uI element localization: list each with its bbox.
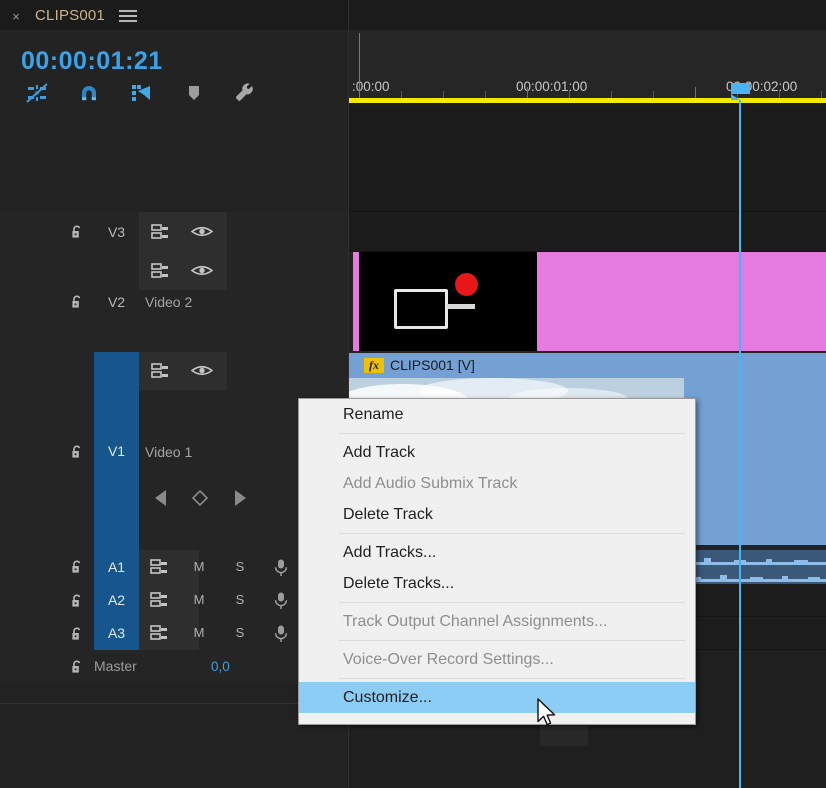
menu-separator [339, 602, 685, 603]
marker-flag-icon[interactable] [179, 78, 209, 106]
lock-icon[interactable] [69, 559, 85, 575]
track-targeting-icon[interactable] [150, 558, 170, 581]
add-marker-ripple-icon[interactable] [126, 78, 156, 106]
track-button-box-v1 [139, 352, 227, 390]
solo-button-a3[interactable]: S [231, 625, 249, 640]
track-context-menu[interactable]: Rename Add Track Add Audio Submix Track … [298, 398, 696, 725]
master-track-label: Master [94, 658, 137, 674]
title-frame-graphic [394, 289, 448, 329]
eye-visibility-icon[interactable] [190, 263, 214, 283]
track-header-column: V3 V2 Video 2 V1 Video 1 A1 M S A2 M S A… [0, 103, 348, 788]
menu-item-delete-tracks[interactable]: Delete Tracks... [299, 568, 695, 599]
playhead-line [739, 100, 741, 788]
next-keyframe-icon[interactable] [232, 489, 248, 512]
track-header-bottom-empty [0, 683, 348, 788]
mute-button-a3[interactable]: M [190, 625, 208, 640]
keyframe-navigation [139, 480, 269, 516]
close-icon[interactable]: × [10, 10, 22, 23]
lock-icon[interactable] [69, 224, 85, 240]
menu-separator [339, 533, 685, 534]
track-header-a1[interactable]: A1 M S [0, 550, 348, 585]
clip-body [353, 252, 826, 351]
menu-separator [339, 433, 685, 434]
menu-item-add-audio-submix-track: Add Audio Submix Track [343, 475, 518, 492]
track-targeting-icon[interactable] [150, 591, 170, 614]
snap-magnet-icon[interactable] [74, 78, 104, 106]
add-keyframe-icon[interactable] [191, 489, 209, 512]
track-header-v2[interactable]: V2 Video 2 [0, 252, 348, 353]
voice-record-mic-icon[interactable] [272, 558, 290, 582]
track-targeting-icon[interactable] [151, 362, 171, 385]
menu-item-add-track[interactable]: Add Track [299, 437, 695, 468]
linked-selection-off-icon[interactable] [22, 78, 52, 106]
track-name-a2[interactable]: A2 [94, 584, 139, 617]
menu-item-track-output-channel-assignments: Track Output Channel Assignments... [343, 613, 608, 630]
header-bottom-divider [0, 703, 348, 704]
lock-icon[interactable] [69, 659, 85, 675]
track-name-a1[interactable]: A1 [94, 550, 139, 584]
clip-header: fx CLIPS001 [V] [348, 353, 826, 378]
track-name-v3[interactable]: V3 [94, 224, 139, 240]
track-header-v1[interactable]: V1 Video 1 [0, 352, 348, 551]
mute-button-a1[interactable]: M [190, 559, 208, 574]
panel-title[interactable]: CLIPS001 [35, 7, 105, 24]
playhead-handle[interactable] [731, 83, 750, 100]
timeline-row-empty-top [348, 103, 826, 212]
record-dot-graphic [455, 273, 478, 296]
track-header-master[interactable]: Master 0,0 [0, 650, 348, 684]
ruler-tick-label: :00:00 [352, 79, 390, 94]
track-button-box-v3 [139, 212, 227, 252]
track-name-a3[interactable]: A3 [94, 617, 139, 650]
track-longname-v1: Video 1 [145, 444, 193, 460]
menu-item-voice-over-record-settings: Voice-Over Record Settings... [343, 651, 554, 668]
track-header-a2[interactable]: A2 M S [0, 584, 348, 618]
menu-item-customize[interactable]: Customize... [299, 682, 695, 713]
lock-icon[interactable] [69, 444, 85, 460]
mouse-pointer-icon [537, 698, 559, 735]
menu-item-delete-track[interactable]: Delete Track [299, 499, 695, 530]
playhead-timecode[interactable]: 00:00:01:21 [21, 47, 163, 76]
track-longname-v2: Video 2 [145, 294, 193, 310]
time-ruler[interactable]: :00:00 00:00:01:00 00:00:02:00 [348, 30, 826, 101]
lock-icon[interactable] [69, 294, 85, 310]
menu-item-rename[interactable]: Rename [299, 399, 695, 430]
track-name-v1[interactable]: V1 [94, 352, 139, 550]
prev-keyframe-icon[interactable] [153, 489, 169, 512]
sequence-start-marker [359, 33, 360, 99]
track-targeting-icon[interactable] [151, 223, 171, 246]
timeline-row-v3[interactable] [348, 212, 826, 252]
premiere-timeline-panel: × CLIPS001 00:00:01:21:00:00 00:00:01:0… [0, 0, 826, 788]
eye-visibility-icon[interactable] [190, 224, 214, 244]
title-text-graphic [447, 304, 475, 309]
panel-tab-bar: × CLIPS001 [0, 0, 826, 30]
track-targeting-icon[interactable] [150, 624, 170, 647]
track-targeting-icon[interactable] [151, 262, 171, 285]
menu-separator [339, 640, 685, 641]
menu-item-add-tracks[interactable]: Add Tracks... [299, 537, 695, 568]
track-header-v3[interactable]: V3 [0, 212, 348, 253]
track-button-box-v2 [139, 252, 227, 290]
solo-button-a2[interactable]: S [231, 592, 249, 607]
lock-icon[interactable] [69, 593, 85, 609]
clip-label: CLIPS001 [V] [390, 357, 475, 373]
hamburger-icon[interactable] [119, 10, 137, 22]
voice-record-mic-icon[interactable] [272, 591, 290, 615]
voice-record-mic-icon[interactable] [272, 624, 290, 648]
clip-title-01[interactable]: fx Title 01 [353, 252, 826, 351]
track-name-v2[interactable]: V2 [94, 294, 139, 310]
track-header-a3[interactable]: A3 M S [0, 617, 348, 651]
track-header-empty-area [0, 103, 348, 213]
wrench-settings-icon[interactable] [230, 78, 260, 106]
menu-separator [339, 678, 685, 679]
master-track-value[interactable]: 0,0 [211, 659, 230, 674]
fx-badge[interactable]: fx [364, 358, 384, 373]
mute-button-a2[interactable]: M [190, 592, 208, 607]
clip-thumbnail [359, 252, 537, 351]
lock-icon[interactable] [69, 626, 85, 642]
solo-button-a1[interactable]: S [231, 559, 249, 574]
eye-visibility-icon[interactable] [190, 363, 214, 383]
